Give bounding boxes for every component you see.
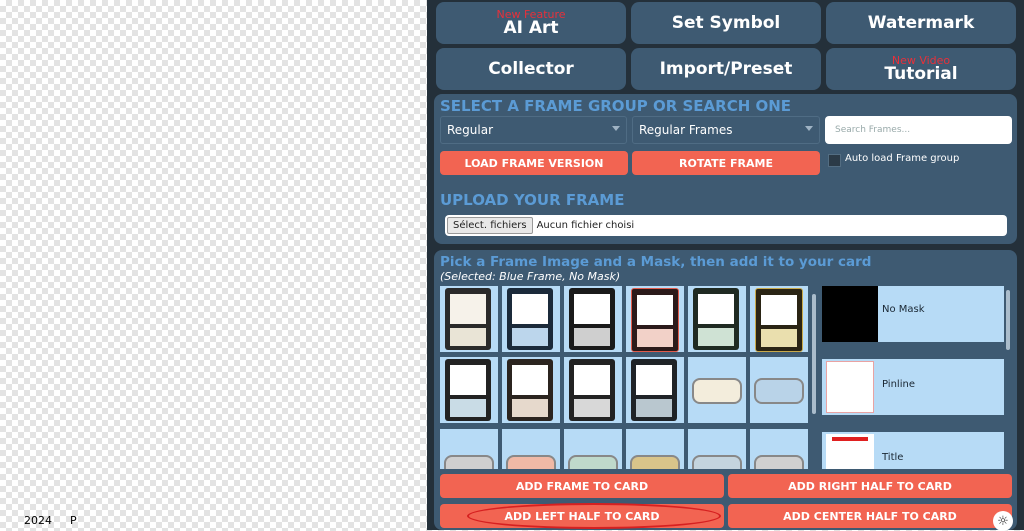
tab-label: Tutorial (884, 64, 958, 84)
mask-label: Pinline (882, 379, 915, 390)
frames-scroll-thumb[interactable] (812, 294, 816, 414)
theme-toggle-icon[interactable]: ☼ (993, 511, 1013, 531)
frame-card (569, 359, 615, 421)
frame-card (631, 359, 677, 421)
tab-label: AI Art (503, 18, 559, 38)
auto-load-checkbox[interactable] (828, 154, 841, 167)
group-select[interactable]: Regular (440, 116, 627, 144)
file-status: Aucun fichier choisi (536, 220, 635, 231)
mask-thumb (826, 361, 874, 413)
add-frame-button[interactable]: ADD FRAME TO CARD (440, 474, 724, 498)
upload-title: UPLOAD YOUR FRAME (440, 191, 625, 209)
frame-thumb-row3-5[interactable] (688, 429, 746, 469)
frame-thumb-row3-3[interactable] (564, 429, 622, 469)
tab-label: Collector (488, 59, 574, 79)
picker-selection: (Selected: Blue Frame, No Mask) (440, 270, 621, 283)
search-placeholder: Search Frames... (835, 125, 911, 135)
frame-thumb-row3-1[interactable] (440, 429, 498, 469)
frame-card (507, 288, 553, 350)
tab-label: Set Symbol (671, 13, 781, 33)
frame-thumb-grey[interactable] (564, 357, 622, 423)
frame-grid (440, 286, 810, 469)
tab-ai-art[interactable]: New Feature AI Art (436, 2, 626, 44)
frame-thumb-white[interactable] (440, 286, 498, 352)
mask-thumb (822, 286, 878, 342)
frame-card (445, 288, 491, 350)
tab-label: Watermark (867, 13, 975, 33)
frame-thumb-blue[interactable] (502, 286, 560, 352)
frame-thumb-green[interactable] (688, 286, 746, 352)
mask-list: No Mask Pinline Title (822, 286, 1004, 469)
frame-thumb-pt-white[interactable] (688, 357, 746, 423)
frame-card (755, 288, 803, 352)
frame-thumb-red[interactable] (626, 286, 684, 352)
frame-card (445, 359, 491, 421)
search-frames-input[interactable]: Search Frames... (825, 116, 1012, 144)
picker-title: Pick a Frame Image and a Mask, then add … (440, 254, 872, 270)
frame-thumb-tan[interactable] (502, 357, 560, 423)
mask-label: No Mask (882, 304, 925, 315)
frame-group-title: SELECT A FRAME GROUP OR SEARCH ONE (440, 97, 792, 115)
choose-file-button[interactable]: Sélect. fichiers (447, 217, 533, 234)
highlight-ellipse (467, 503, 721, 529)
frame-thumb-gold[interactable] (750, 286, 808, 352)
frame-thumb-light-blue[interactable] (440, 357, 498, 423)
footer-p: P (70, 514, 77, 527)
add-center-half-button[interactable]: ADD CENTER HALF TO CARD (728, 504, 1012, 528)
frame-thumb-steel[interactable] (626, 357, 684, 423)
chevron-down-icon (612, 126, 620, 131)
load-frame-version-button[interactable]: LOAD FRAME VERSION (440, 151, 628, 175)
tab-set-symbol[interactable]: Set Symbol (631, 2, 821, 44)
frame-thumb-row3-6[interactable] (750, 429, 808, 469)
auto-load-label: Auto load Frame group (845, 153, 960, 164)
group-select-value: Regular (447, 123, 494, 137)
frames-select-value: Regular Frames (639, 123, 733, 137)
add-right-half-button[interactable]: ADD RIGHT HALF TO CARD (728, 474, 1012, 498)
tab-collector[interactable]: Collector (436, 48, 626, 90)
mask-item-no-mask[interactable]: No Mask (822, 286, 1004, 342)
frame-card (569, 288, 615, 350)
frame-thumb-row3-4[interactable] (626, 429, 684, 469)
mask-label: Title (882, 452, 904, 463)
frame-card (507, 359, 553, 421)
frames-select[interactable]: Regular Frames (632, 116, 820, 144)
pt-box (692, 378, 742, 404)
mask-item-pinline[interactable]: Pinline (822, 359, 1004, 415)
frame-card (631, 288, 679, 352)
frame-thumb-row3-2[interactable] (502, 429, 560, 469)
tab-watermark[interactable]: Watermark (826, 2, 1016, 44)
chevron-down-icon (805, 126, 813, 131)
tab-import-preset[interactable]: Import/Preset (631, 48, 821, 90)
tab-label: Import/Preset (659, 59, 793, 79)
masks-scrollbar[interactable] (1005, 286, 1011, 469)
rotate-frame-button[interactable]: ROTATE FRAME (632, 151, 820, 175)
masks-scroll-thumb[interactable] (1006, 290, 1010, 350)
frames-scrollbar[interactable] (811, 286, 817, 469)
frame-thumb-black[interactable] (564, 286, 622, 352)
mask-thumb (826, 434, 874, 469)
frame-thumb-pt-blue[interactable] (750, 357, 808, 423)
upload-file-input[interactable]: Sélect. fichiers Aucun fichier choisi (445, 215, 1007, 236)
left-footer: 2024 P (24, 514, 95, 527)
pt-box (754, 378, 804, 404)
frame-card (693, 288, 739, 350)
tab-tutorial[interactable]: New Video Tutorial (826, 48, 1016, 90)
mask-item-title[interactable]: Title (822, 432, 1004, 469)
footer-year: 2024 (24, 514, 52, 527)
